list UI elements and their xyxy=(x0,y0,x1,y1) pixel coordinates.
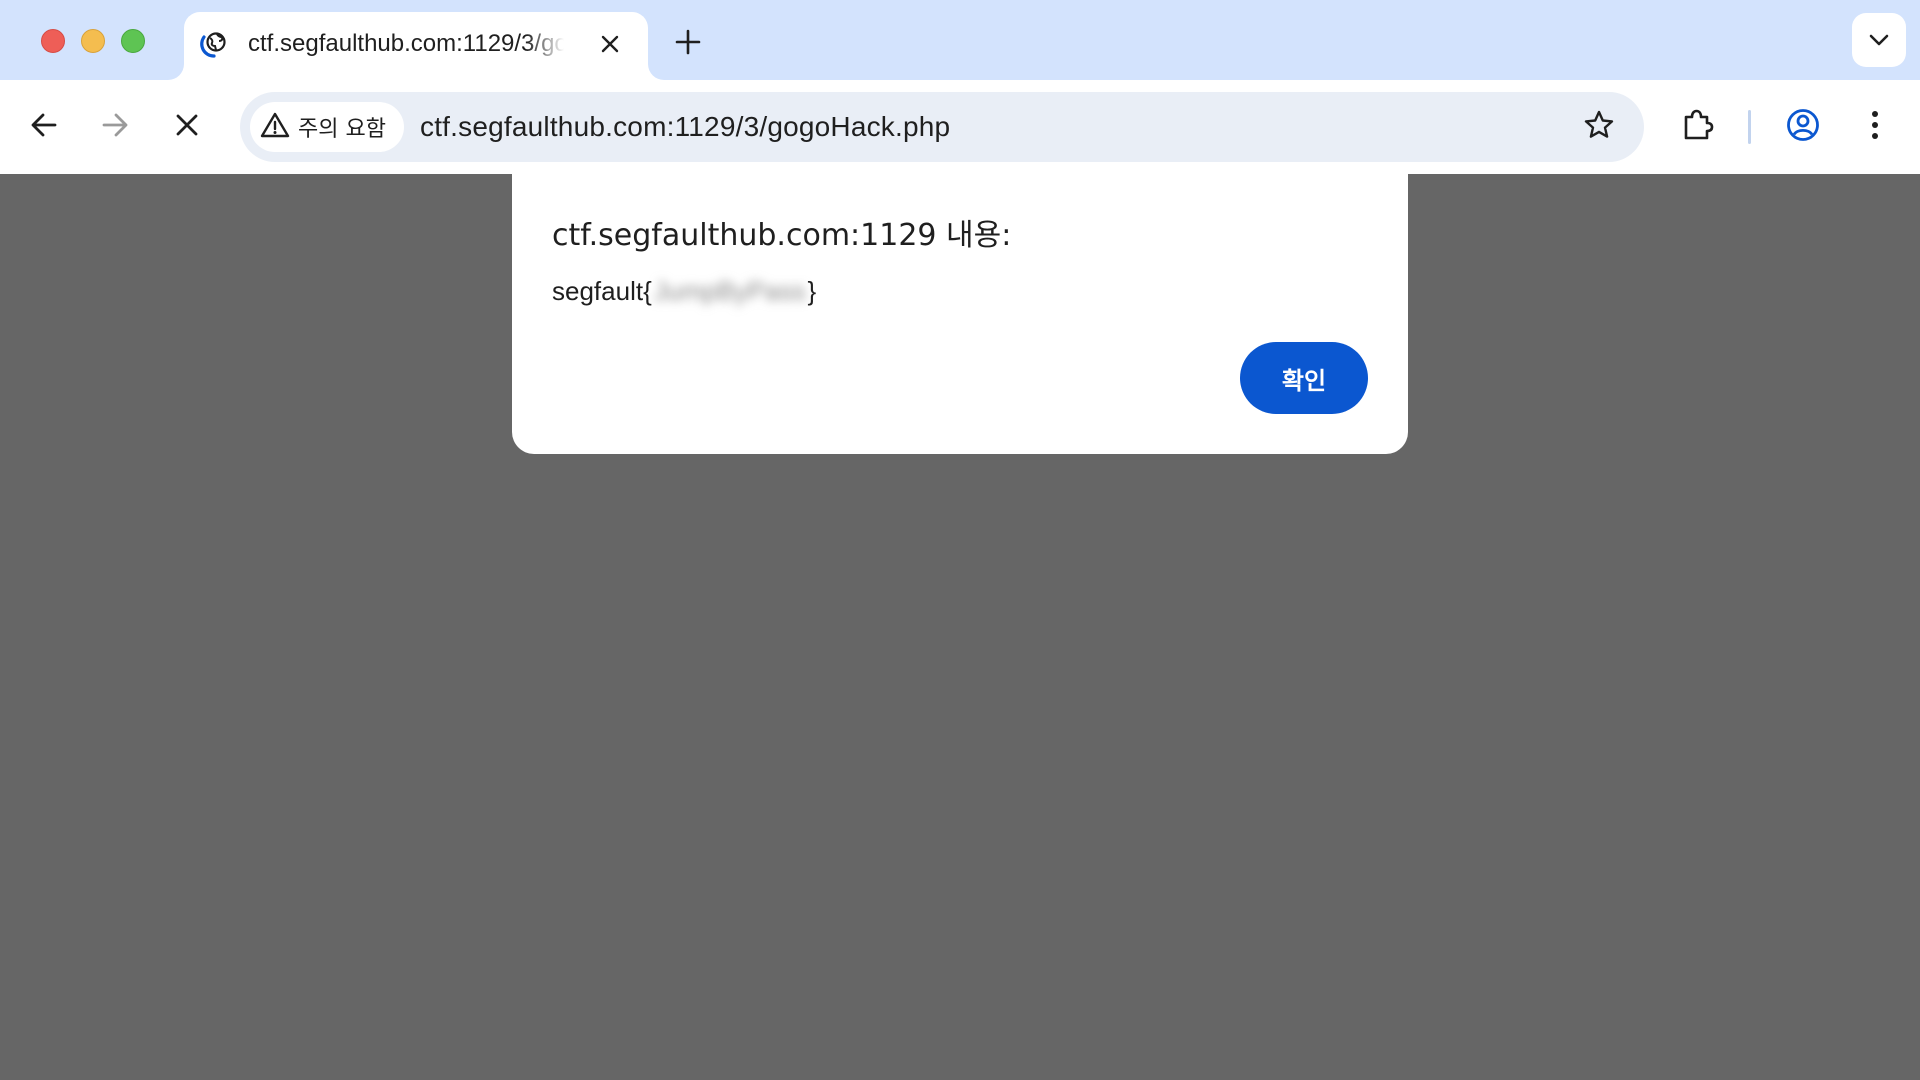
stop-loading-button[interactable] xyxy=(162,102,212,152)
loading-globe-icon xyxy=(198,28,230,60)
more-vertical-icon xyxy=(1870,109,1880,146)
puzzle-icon xyxy=(1680,108,1714,147)
redacted-flag: JumpByPass xyxy=(653,276,806,306)
profile-button[interactable] xyxy=(1778,102,1828,152)
window-minimize-button[interactable] xyxy=(81,29,105,53)
tab-active[interactable]: ctf.segfaulthub.com:1129/3/gogoHack.php xyxy=(184,12,648,80)
arrow-right-icon xyxy=(100,110,130,145)
page-content: ctf.segfaulthub.com:1129 내용: segfault{ J… xyxy=(0,174,1920,1080)
address-bar[interactable]: 주의 요함 ctf.segfaulthub.com:1129/3/gogoHac… xyxy=(240,92,1644,162)
bookmark-button[interactable] xyxy=(1574,102,1624,152)
tab-strip: ctf.segfaulthub.com:1129/3/gogoHack.php xyxy=(0,0,1920,80)
extensions-button[interactable] xyxy=(1672,102,1722,152)
account-circle-icon xyxy=(1786,108,1820,147)
plus-icon[interactable] xyxy=(668,22,708,62)
forward-button[interactable] xyxy=(90,102,140,152)
window-close-button[interactable] xyxy=(41,29,65,53)
dialog-message[interactable]: segfault{ JumpByPass } xyxy=(552,276,816,307)
warning-triangle-icon xyxy=(260,111,290,144)
security-chip-label: 주의 요함 xyxy=(298,117,386,142)
close-icon xyxy=(175,113,199,142)
menu-button[interactable] xyxy=(1850,102,1900,152)
window-zoom-button[interactable] xyxy=(121,29,145,53)
star-outline-icon xyxy=(1583,109,1615,146)
close-icon[interactable] xyxy=(596,30,624,58)
dialog-title: ctf.segfaulthub.com:1129 내용: xyxy=(552,218,1012,253)
back-button[interactable] xyxy=(19,102,69,152)
url-text[interactable]: ctf.segfaulthub.com:1129/3/gogoHack.php xyxy=(420,92,950,162)
security-chip[interactable]: 주의 요함 xyxy=(250,102,404,152)
message-suffix: } xyxy=(807,276,817,306)
alert-dialog: ctf.segfaulthub.com:1129 내용: segfault{ J… xyxy=(512,174,1408,454)
browser-window: ctf.segfaulthub.com:1129/3/gogoHack.php xyxy=(0,0,1920,1080)
ok-button[interactable]: 확인 xyxy=(1240,342,1368,414)
message-prefix: segfault{ xyxy=(552,276,652,306)
chevron-down-icon[interactable] xyxy=(1852,13,1906,67)
toolbar-divider xyxy=(1748,110,1751,144)
tab-title: ctf.segfaulthub.com:1129/3/gogoHack.php xyxy=(248,30,564,57)
toolbar: 주의 요함 ctf.segfaulthub.com:1129/3/gogoHac… xyxy=(0,80,1920,174)
arrow-left-icon xyxy=(29,110,59,145)
